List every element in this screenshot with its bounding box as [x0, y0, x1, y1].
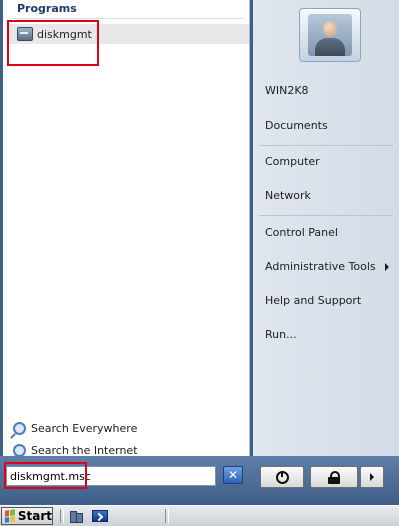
- lock-button[interactable]: [310, 466, 358, 488]
- start-menu: Programs diskmgmt Search Everywhere Sear…: [0, 0, 399, 505]
- programs-heading: Programs: [17, 2, 77, 15]
- programs-divider: [11, 18, 243, 19]
- search-everywhere-label: Search Everywhere: [31, 422, 138, 435]
- power-icon: [275, 470, 289, 484]
- search-everywhere-link[interactable]: Search Everywhere: [13, 422, 137, 435]
- lock-icon: [328, 471, 340, 484]
- shutdown-button[interactable]: [260, 466, 304, 488]
- taskbar: Start: [0, 505, 399, 526]
- search-icon: [13, 422, 26, 435]
- highlight-box-search: [4, 462, 87, 489]
- taskbar-divider: [60, 509, 64, 523]
- highlight-box-program: [7, 20, 99, 66]
- menu-item-network[interactable]: Network: [265, 189, 311, 202]
- windows-logo-icon: [5, 509, 15, 523]
- server-manager-icon[interactable]: [70, 509, 84, 523]
- menu-item-win2k8[interactable]: WIN2K8: [265, 84, 309, 97]
- submenu-arrow-icon: [385, 263, 389, 271]
- shutdown-options-button[interactable]: [360, 466, 384, 488]
- menu-item-run[interactable]: Run...: [265, 328, 297, 341]
- arrow-right-icon: [370, 473, 374, 481]
- menu-item-administrative-tools[interactable]: Administrative Tools: [265, 260, 376, 273]
- menu-item-computer[interactable]: Computer: [265, 155, 320, 168]
- start-menu-right-pane: WIN2K8 Documents Computer Network Contro…: [253, 0, 399, 456]
- clear-search-button[interactable]: ✕: [223, 466, 243, 484]
- user-body-icon: [315, 38, 345, 56]
- right-pane-divider: [259, 215, 393, 216]
- user-avatar[interactable]: [299, 8, 361, 62]
- powershell-icon[interactable]: [92, 510, 108, 522]
- right-pane-divider: [259, 145, 393, 146]
- menu-item-help-and-support[interactable]: Help and Support: [265, 294, 361, 307]
- menu-item-control-panel[interactable]: Control Panel: [265, 226, 338, 239]
- taskbar-divider: [165, 509, 169, 523]
- start-menu-left-pane: Programs diskmgmt Search Everywhere Sear…: [3, 0, 250, 457]
- user-picture: [308, 14, 352, 56]
- start-button[interactable]: Start: [1, 507, 53, 525]
- menu-item-documents[interactable]: Documents: [265, 119, 328, 132]
- start-button-label: Start: [17, 509, 52, 523]
- user-head-icon: [323, 21, 337, 37]
